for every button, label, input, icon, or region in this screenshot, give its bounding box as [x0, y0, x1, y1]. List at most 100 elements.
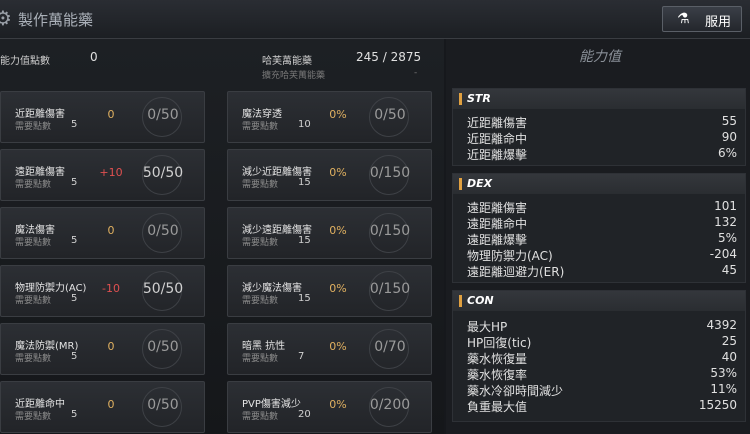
- card-cost: 15: [298, 293, 311, 304]
- card-bonus: -10: [102, 282, 120, 295]
- card-cost: 5: [71, 235, 78, 246]
- section-dex: DEX 遠距離傷害 101 遠距離命中 132 遠距離爆擊 5% 物理防禦力(A…: [452, 173, 746, 283]
- card-progress: 0/50: [147, 397, 179, 413]
- card-cost-label: 需要點數: [15, 122, 52, 132]
- stat-row: 負重最大值 15250: [467, 398, 737, 414]
- card-bonus: 0%: [329, 224, 347, 237]
- card-cost: 20: [298, 409, 311, 420]
- card-cost-label: 需要點數: [242, 412, 279, 422]
- card-bonus: 0%: [329, 398, 347, 411]
- card-cost: 5: [71, 119, 78, 130]
- card-progress: 0/50: [374, 107, 406, 123]
- card-bonus: 0: [107, 224, 115, 237]
- section-str: STR 近距離傷害 55 近距離命中 90 近距離爆擊 6%: [452, 88, 746, 166]
- stat-row: 近距離爆擊 6%: [467, 146, 737, 162]
- section-header: DEX: [453, 174, 745, 194]
- card-cost: 5: [71, 177, 78, 188]
- card-cost-label: 需要點數: [15, 296, 52, 306]
- card-ranged-damage-reduction[interactable]: 減少遠距離傷害 需要點數 15 0% 0/150: [227, 207, 432, 259]
- card-bonus: 0%: [329, 166, 347, 179]
- card-cost: 5: [71, 409, 78, 420]
- use-button-label: 服用: [705, 15, 732, 30]
- card-cost: 10: [298, 119, 311, 130]
- card-progress: 0/70: [374, 339, 406, 355]
- potion-icon: ⚗: [677, 11, 690, 27]
- card-cost: 15: [298, 235, 311, 246]
- elixir-value: 245 / 2875: [356, 50, 422, 64]
- card-melee-damage-reduction[interactable]: 減少近距離傷害 需要點數 15 0% 0/150: [227, 149, 432, 201]
- card-name: 減少遠距離傷害: [242, 225, 312, 236]
- use-button[interactable]: ⚗ 服用: [662, 6, 742, 32]
- card-name: PVP傷害減少: [242, 399, 301, 410]
- card-bonus: 0%: [329, 282, 347, 295]
- points-value: 0: [90, 50, 98, 64]
- stat-row: 藥水恢復率 53%: [467, 366, 737, 382]
- section-header: STR: [453, 89, 745, 109]
- card-cost: 15: [298, 177, 311, 188]
- card-name: 減少魔法傷害: [242, 283, 302, 294]
- card-bonus: 0: [107, 340, 115, 353]
- section-title: DEX: [467, 177, 493, 190]
- card-name: 魔法防禦(MR): [15, 341, 79, 352]
- card-progress: 0/50: [147, 107, 179, 123]
- elixir-sub-value: -: [414, 68, 418, 78]
- card-cost-label: 需要點數: [242, 180, 279, 190]
- section-title: CON: [467, 294, 494, 307]
- card-cost: 7: [298, 351, 305, 362]
- card-pvp-damage-reduction[interactable]: PVP傷害減少 需要點數 20 0% 0/200: [227, 381, 432, 433]
- card-cost-label: 需要點數: [15, 180, 52, 190]
- title-bar: ⚙ 製作萬能藥 ⚗ 服用: [0, 0, 750, 39]
- card-magic-damage-reduction[interactable]: 減少魔法傷害 需要點數 15 0% 0/150: [227, 265, 432, 317]
- elixir-sub-label: 擴充哈芙萬能藥: [262, 71, 326, 81]
- card-bonus: 0%: [329, 108, 347, 121]
- stat-row: 最大HP 4392: [467, 318, 737, 334]
- card-name: 遠距離傷害: [15, 167, 65, 178]
- card-dark-resistance[interactable]: 暗黑 抗性 需要點數 7 0% 0/70: [227, 323, 432, 375]
- points-label: 能力值點數: [0, 56, 50, 67]
- stat-row: 近距離傷害 55: [467, 114, 737, 130]
- card-bonus: +10: [99, 166, 123, 179]
- card-bonus: 0%: [329, 340, 347, 353]
- section-header: CON: [453, 291, 745, 311]
- card-name: 近距離傷害: [15, 109, 65, 120]
- stat-row: 遠距離爆擊 5%: [467, 231, 737, 247]
- card-cost-label: 需要點數: [15, 238, 52, 248]
- stat-row: 藥水冷卻時間減少 11%: [467, 382, 737, 398]
- card-cost-label: 需要點數: [242, 296, 279, 306]
- card-magic-damage[interactable]: 魔法傷害 需要點數 5 0 0/50: [0, 207, 205, 259]
- card-melee-hit[interactable]: 近距離命中 需要點數 5 0 0/50: [0, 381, 205, 433]
- card-cost-label: 需要點數: [15, 412, 52, 422]
- card-bonus: 0: [107, 108, 115, 121]
- card-progress: 50/50: [142, 165, 184, 181]
- stat-row: 物理防禦力(AC) -204: [467, 247, 737, 263]
- elixir-label: 哈芙萬能藥: [262, 56, 312, 67]
- card-progress: 0/150: [369, 223, 411, 239]
- card-name: 魔法穿透: [242, 109, 282, 120]
- stat-row: HP回復(tic) 25: [467, 334, 737, 350]
- card-magic-penetration[interactable]: 魔法穿透 需要點數 10 0% 0/50: [227, 91, 432, 143]
- card-cost-label: 需要點數: [242, 238, 279, 248]
- card-progress: 0/150: [369, 165, 411, 181]
- stat-row: 藥水恢復量 40: [467, 350, 737, 366]
- card-progress: 50/50: [142, 281, 184, 297]
- card-bonus: 0: [107, 398, 115, 411]
- card-melee-damage[interactable]: 近距離傷害 需要點數 5 0 0/50: [0, 91, 205, 143]
- card-name: 魔法傷害: [15, 225, 55, 236]
- stat-row: 遠距離迴避力(ER) 45: [467, 263, 737, 279]
- card-physical-defense[interactable]: 物理防禦力(AC) 需要點數 5 -10 50/50: [0, 265, 205, 317]
- window-title: 製作萬能藥: [18, 11, 94, 29]
- card-ranged-damage[interactable]: 遠距離傷害 需要點數 5 +10 50/50: [0, 149, 205, 201]
- stat-row: 遠距離傷害 101: [467, 199, 737, 215]
- card-cost-label: 需要點數: [15, 354, 52, 364]
- section-title: STR: [467, 92, 491, 105]
- card-cost-label: 需要點數: [242, 122, 279, 132]
- gear-icon: ⚙: [0, 6, 12, 30]
- card-progress: 0/200: [369, 397, 411, 413]
- card-magic-defense[interactable]: 魔法防禦(MR) 需要點數 5 0 0/50: [0, 323, 205, 375]
- card-name: 近距離命中: [15, 399, 65, 410]
- card-cost: 5: [71, 293, 78, 304]
- card-name: 暗黑 抗性: [242, 341, 286, 352]
- card-cost-label: 需要點數: [242, 354, 279, 364]
- stat-row: 近距離命中 90: [467, 130, 737, 146]
- card-cost: 5: [71, 351, 78, 362]
